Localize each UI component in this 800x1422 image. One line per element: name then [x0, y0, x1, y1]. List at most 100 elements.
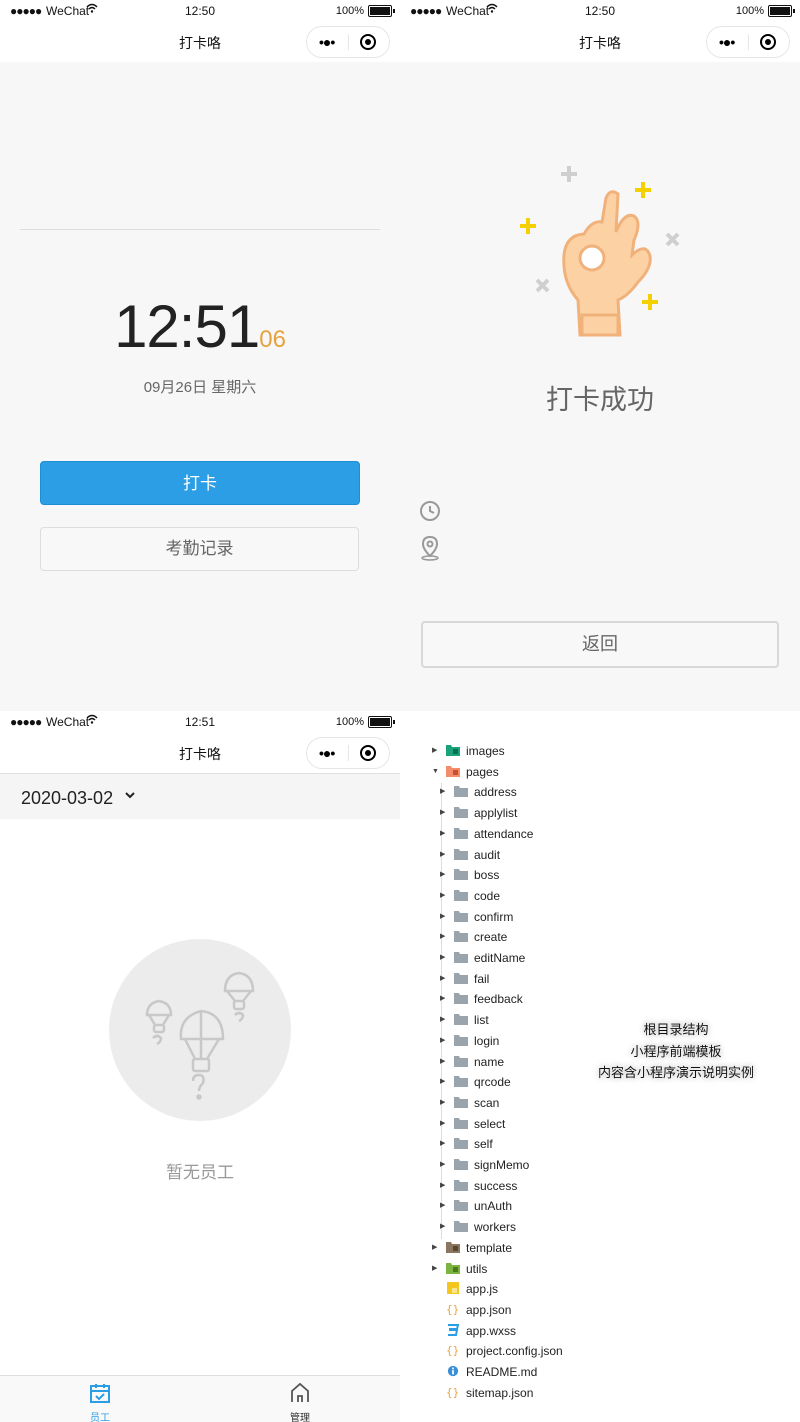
current-date: 09月26日 星期六 — [143, 379, 257, 396]
punch-button[interactable]: 打卡 — [40, 461, 360, 505]
chevron-down-icon — [125, 792, 135, 799]
tree-item-label: list — [474, 1013, 489, 1028]
status-bar: ●●●●● WeChat 12:50 100% — [0, 0, 400, 22]
expand-arrow-icon[interactable]: ▶ — [440, 1052, 445, 1072]
expand-arrow-icon[interactable]: ▶ — [440, 782, 445, 802]
battery-icon — [768, 5, 795, 17]
expand-arrow-icon[interactable]: ▶ — [440, 1093, 445, 1113]
clock-display: 12:5106 — [0, 292, 400, 361]
expand-arrow-icon[interactable]: ▶ — [440, 1134, 445, 1154]
note-line: 内容含小程序演示说明实例 — [597, 1065, 754, 1080]
tree-item-label: sitemap.json — [466, 1385, 534, 1400]
expand-arrow-icon[interactable]: ▶ — [440, 948, 445, 968]
sparkle-icon — [520, 218, 536, 234]
calendar-check-icon — [90, 1384, 110, 1403]
close-miniprogram-button[interactable] — [360, 34, 376, 50]
tab-management[interactable]: 管理 — [200, 1376, 400, 1422]
expand-arrow-icon[interactable]: ▶ — [440, 803, 445, 823]
expand-arrow-icon[interactable]: ▶ — [440, 1031, 445, 1051]
expand-arrow-icon[interactable]: ▶ — [440, 1155, 445, 1175]
selected-date: 2020-03-02 — [21, 788, 114, 808]
nav-bar: 打卡咯 •●• — [0, 733, 400, 773]
employee-screen: ●●●●● WeChat 12:51 100% 打卡咯 •●• 2020-03-… — [0, 711, 400, 1422]
expand-arrow-icon[interactable]: ▶ — [440, 969, 445, 989]
clock-icon — [420, 501, 440, 521]
battery-percent: 100% — [335, 5, 364, 17]
tree-item-label: unAuth — [474, 1199, 513, 1214]
tree-item-label: project.config.json — [466, 1344, 563, 1359]
expand-arrow-icon[interactable]: ▶ — [440, 824, 445, 844]
expand-arrow-icon[interactable]: ▶ — [440, 865, 445, 885]
expand-arrow-icon[interactable]: ▶ — [440, 886, 445, 906]
capsule-menu: •●• — [306, 26, 390, 58]
expand-arrow-icon[interactable]: ▶ — [440, 1176, 445, 1196]
location-pin-icon — [421, 535, 439, 561]
ok-hand-illustration — [520, 166, 680, 337]
expand-arrow-icon[interactable]: ▶ — [440, 1114, 445, 1134]
tree-item-label: select — [474, 1116, 506, 1131]
capsule-menu: •●• — [706, 26, 790, 58]
sparkle-icon — [642, 294, 658, 310]
divider — [20, 229, 380, 230]
tree-item-label: success — [474, 1178, 518, 1193]
more-button[interactable]: •●• — [719, 34, 735, 50]
tree-item-label: code — [474, 888, 501, 903]
success-screen: ●●●●● WeChat 12:50 100% 打卡咯 •●• 打卡成功 返回 — [400, 0, 800, 711]
tab-label: 员工 — [90, 1413, 110, 1422]
tree-item-label: signMemo — [474, 1158, 530, 1172]
svg-text:{}: {} — [446, 1303, 459, 1315]
close-miniprogram-button[interactable] — [760, 34, 776, 50]
expand-arrow-icon[interactable]: ▶ — [440, 989, 445, 1009]
sparkle-icon — [561, 166, 577, 182]
tree-item-label: app.wxss — [466, 1323, 517, 1338]
tree-item-label: template — [466, 1240, 513, 1255]
close-miniprogram-button[interactable] — [360, 745, 376, 761]
tree-item-label: app.json — [466, 1302, 512, 1317]
tree-item-label: boss — [474, 868, 500, 883]
tree-item-label: confirm — [474, 909, 514, 924]
expand-arrow-icon[interactable]: ▶ — [440, 1010, 445, 1030]
expand-arrow-icon[interactable]: ▶ — [440, 1072, 445, 1092]
expand-arrow-icon[interactable]: ▶ — [440, 845, 445, 865]
tree-item-label: create — [474, 930, 508, 945]
date-picker[interactable]: 2020-03-02 — [0, 773, 400, 819]
expand-arrow-icon[interactable]: ▶ — [440, 1196, 445, 1216]
cross-mark-icon — [665, 232, 680, 247]
annotation-notes: 根目录结构 小程序前端模板 内容含小程序演示说明实例 — [576, 1019, 776, 1084]
svg-text:{}: {} — [446, 1386, 459, 1398]
tab-bar: 员工 管理 — [0, 1375, 400, 1422]
tree-item-label: editName — [474, 951, 526, 965]
tree-item-label: attendance — [474, 826, 534, 841]
tree-item-label: self — [474, 1137, 493, 1152]
status-bar: ●●●●● WeChat 12:51 100% — [0, 711, 400, 733]
expand-arrow-icon[interactable]: ▶ — [432, 1238, 437, 1258]
clock-screen: ●●●●● WeChat 12:50 100% 打卡咯 •●• 12:5106 … — [0, 0, 400, 711]
expand-arrow-icon[interactable]: ▶ — [432, 1259, 437, 1279]
tree-item-label: login — [474, 1033, 500, 1048]
more-button[interactable]: •●• — [319, 745, 335, 761]
expand-arrow-icon[interactable]: ▶ — [432, 741, 437, 761]
expand-arrow-icon[interactable]: ▶ — [440, 1217, 445, 1237]
records-button[interactable]: 考勤记录 — [40, 527, 359, 571]
expand-arrow-icon[interactable]: ▶ — [440, 927, 445, 947]
tree-item-label: name — [474, 1054, 505, 1069]
capsule-menu: •●• — [306, 737, 390, 769]
tab-employees[interactable]: 员工 — [0, 1376, 200, 1422]
more-button[interactable]: •●• — [319, 34, 335, 50]
tree-item-label: address — [474, 785, 517, 800]
home-icon — [291, 1382, 309, 1402]
back-button[interactable]: 返回 — [421, 621, 779, 668]
note-line: 根目录结构 — [643, 1022, 709, 1037]
collapse-arrow-icon[interactable]: ▼ — [432, 762, 439, 782]
battery-icon — [368, 5, 395, 17]
status-bar: ●●●●● WeChat 12:50 100% — [400, 0, 800, 22]
expand-arrow-icon[interactable]: ▶ — [440, 907, 445, 927]
tree-item-label: utils — [466, 1261, 488, 1276]
battery-icon — [368, 716, 395, 728]
tree-item-label: app.js — [466, 1282, 499, 1297]
cross-mark-icon — [535, 278, 550, 293]
nav-bar: 打卡咯 •●• — [400, 22, 800, 62]
battery-percent: 100% — [735, 5, 764, 17]
capsule-divider — [748, 34, 749, 50]
sparkle-icon — [635, 182, 651, 198]
